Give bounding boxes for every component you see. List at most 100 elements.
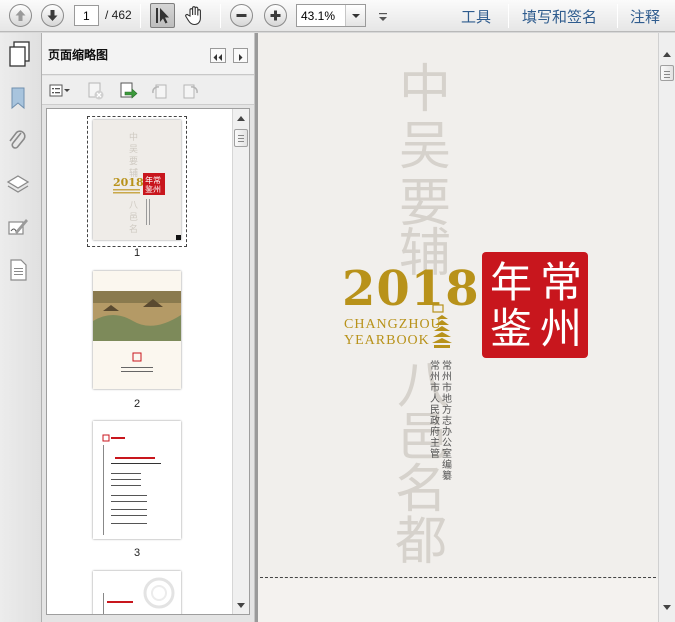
grip-icon — [238, 135, 244, 142]
arrow-up-icon — [15, 10, 26, 21]
thumbnail-page-1[interactable]: 中 吴 要 辅 2018 年常 鉴州 八 邑 名 — [93, 120, 181, 240]
chevron-down-icon — [352, 14, 360, 18]
scroll-thumb[interactable] — [660, 65, 674, 81]
cover-english-line: YEARBOOK — [344, 333, 430, 348]
rotate-left-button[interactable] — [150, 81, 170, 101]
cover-sponsor-text: 常州市人民政府 主管 — [430, 361, 440, 460]
tools-button[interactable]: 工具 — [461, 6, 491, 27]
seal-char: 鉴 — [489, 304, 532, 353]
svg-text:八: 八 — [129, 201, 138, 211]
bookmarks-button[interactable] — [6, 85, 30, 111]
document-view: 中 吴 要 辅 2018 CHANGZHOU YEARBOOK 常 州 年 鉴 … — [258, 33, 675, 622]
document-page: 中 吴 要 辅 2018 CHANGZHOU YEARBOOK 常 州 年 鉴 … — [258, 33, 658, 622]
delete-page-icon — [88, 82, 104, 100]
svg-text:年常: 年常 — [145, 175, 161, 185]
triangle-down-icon — [663, 605, 671, 610]
cover-thumbnail-image: 中 吴 要 辅 2018 年常 鉴州 八 邑 名 — [113, 131, 181, 240]
scroll-up-button[interactable] — [660, 47, 674, 61]
next-page-preview — [258, 579, 658, 622]
previous-page-button[interactable] — [9, 4, 32, 27]
seal-char: 年 — [489, 258, 532, 307]
toolbar-divider — [617, 4, 618, 28]
text-page-thumbnail-image — [93, 421, 181, 539]
minus-icon — [236, 14, 247, 17]
cover-year: 2018 — [342, 261, 480, 317]
cover-seal: 常 州 年 鉴 — [482, 252, 588, 358]
toolbar: / 462 43.1% — [0, 0, 675, 32]
page-total: / 462 — [105, 8, 132, 22]
cover-english-line: CHANGZHOU — [344, 317, 442, 332]
menu-chevron-icon — [379, 13, 387, 21]
rotate-right-icon — [183, 84, 198, 99]
toolbar-divider — [220, 4, 221, 28]
document-icon — [10, 259, 27, 281]
scroll-down-button[interactable] — [234, 597, 248, 611]
scroll-down-button[interactable] — [660, 599, 674, 613]
hand-icon — [185, 6, 201, 26]
thumbnails-panel: 页面缩略图 中 吴 要 辅 2018 年常 鉴州 八 邑 名 1 2 3 — [42, 33, 254, 622]
thumbnail-page-2[interactable] — [93, 271, 181, 389]
attachments-button[interactable] — [6, 128, 30, 154]
layers-icon — [6, 175, 30, 193]
comment-button[interactable]: 注释 — [630, 6, 660, 27]
seal-char: 常 — [539, 258, 582, 307]
navigation-rail — [0, 33, 42, 622]
arrow-down-icon — [47, 10, 58, 21]
svg-text:要: 要 — [129, 156, 138, 167]
thumbnail-label: 1 — [133, 247, 141, 259]
partial-thumbnail-image — [93, 571, 181, 614]
layers-button[interactable] — [6, 171, 30, 197]
triangle-up-icon — [237, 116, 245, 121]
select-cursor-icon — [156, 8, 169, 24]
page-number-input[interactable] — [74, 5, 99, 26]
delete-pages-button[interactable] — [86, 81, 106, 101]
zoom-in-button[interactable] — [264, 4, 287, 27]
pdf-reader-window: / 462 43.1% — [0, 0, 675, 622]
zoom-out-button[interactable] — [230, 4, 253, 27]
panel-title: 页面缩略图 — [48, 48, 109, 62]
cover-editor-text: 常州市地方志办公室 编纂 — [442, 361, 452, 482]
seal-char: 州 — [539, 304, 582, 353]
grip-icon — [664, 71, 670, 78]
document-scrollbar[interactable] — [658, 33, 675, 622]
thumbnail-list: 中 吴 要 辅 2018 年常 鉴州 八 邑 名 1 2 3 — [46, 108, 250, 615]
rotate-left-icon — [152, 84, 167, 99]
rotate-right-button[interactable] — [180, 81, 200, 101]
extract-page-icon — [120, 82, 138, 99]
double-chevron-left-icon — [213, 54, 222, 61]
toolbar-options-button[interactable] — [377, 9, 389, 23]
signatures-button[interactable] — [6, 214, 30, 240]
svg-text:2018: 2018 — [113, 176, 144, 189]
fill-and-sign-button[interactable]: 填写和签名 — [522, 6, 597, 27]
collapse-panel-button[interactable] — [210, 48, 226, 63]
select-tool-button[interactable] — [150, 3, 175, 28]
scroll-thumb[interactable] — [234, 129, 248, 147]
thumbnail-label: 3 — [133, 547, 141, 559]
hand-tool-button[interactable] — [183, 3, 208, 28]
triangle-up-icon — [663, 52, 671, 57]
thumbnail-page-3[interactable] — [93, 421, 181, 539]
thumbnail-page-4[interactable] — [93, 571, 181, 614]
zoom-dropdown-button[interactable] — [345, 5, 365, 26]
thumbnail-label: 2 — [133, 398, 141, 410]
scroll-up-button[interactable] — [234, 111, 248, 125]
svg-text:鉴州: 鉴州 — [145, 184, 161, 194]
extract-pages-button[interactable] — [118, 81, 138, 101]
content-button[interactable] — [6, 257, 30, 283]
toolbar-divider — [508, 4, 509, 28]
paperclip-icon — [9, 130, 26, 149]
chevron-right-icon — [239, 54, 243, 61]
triangle-down-icon — [237, 603, 245, 608]
toolbar-divider — [140, 4, 141, 28]
thumbnail-scrollbar[interactable] — [232, 109, 249, 614]
thumbnail-options-button[interactable] — [48, 81, 72, 101]
panel-options-button[interactable] — [233, 48, 248, 63]
svg-text:中: 中 — [129, 131, 138, 143]
cover-calligraphy-char: 都 — [394, 512, 447, 572]
plus-icon — [270, 10, 281, 21]
zoom-select[interactable]: 43.1% — [296, 4, 366, 27]
next-page-button[interactable] — [41, 4, 64, 27]
page-thumbnails-button[interactable] — [6, 39, 34, 69]
signature-pen-icon — [8, 219, 28, 235]
page-break — [260, 577, 656, 578]
